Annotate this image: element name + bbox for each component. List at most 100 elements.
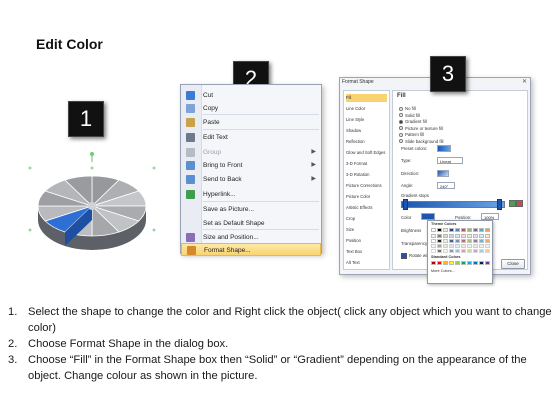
menu-item-hyperlink[interactable]: Hyperlink... <box>181 188 321 201</box>
color-swatch[interactable] <box>467 228 472 232</box>
color-swatch[interactable] <box>461 249 466 253</box>
color-swatch[interactable] <box>455 228 460 232</box>
gradient-stop-handle[interactable] <box>403 199 408 210</box>
color-swatch[interactable] <box>479 244 484 248</box>
preset-colors-dropdown[interactable] <box>437 145 451 152</box>
fill-option-slide-background-fill[interactable]: Slide background fill <box>399 138 443 145</box>
color-dropdown[interactable] <box>421 213 435 220</box>
category-text-box[interactable]: Text Box <box>346 248 387 256</box>
color-swatch[interactable] <box>437 228 442 232</box>
color-swatch[interactable] <box>431 249 436 253</box>
menu-item-cut[interactable]: Cut <box>181 89 321 102</box>
color-swatch[interactable] <box>449 261 454 265</box>
color-swatch[interactable] <box>443 228 448 232</box>
color-swatch[interactable] <box>461 234 466 238</box>
color-swatch[interactable] <box>443 239 448 243</box>
color-swatch[interactable] <box>449 228 454 232</box>
color-swatch[interactable] <box>479 239 484 243</box>
type-dropdown[interactable]: Linear <box>437 157 463 164</box>
color-swatch[interactable] <box>449 244 454 248</box>
color-swatch[interactable] <box>479 228 484 232</box>
color-swatch[interactable] <box>467 261 472 265</box>
category-alt-text[interactable]: Alt Text <box>346 259 387 267</box>
resize-handle[interactable] <box>152 228 156 232</box>
color-swatch[interactable] <box>449 249 454 253</box>
color-swatch[interactable] <box>473 228 478 232</box>
color-swatch[interactable] <box>437 244 442 248</box>
color-swatch[interactable] <box>479 261 484 265</box>
category-fill[interactable]: Fill <box>346 94 387 102</box>
category-reflection[interactable]: Reflection <box>346 138 387 146</box>
color-swatch[interactable] <box>485 244 490 248</box>
color-swatch[interactable] <box>485 234 490 238</box>
category-size[interactable]: Size <box>346 226 387 234</box>
category-glow-and-soft-edges[interactable]: Glow and Soft Edges <box>346 149 387 157</box>
gradient-stop-handle[interactable] <box>497 199 502 210</box>
category-line-color[interactable]: Line Color <box>346 105 387 113</box>
color-swatch[interactable] <box>443 234 448 238</box>
more-colors-link[interactable]: More Colors... <box>431 269 455 273</box>
color-swatch[interactable] <box>473 249 478 253</box>
color-swatch[interactable] <box>467 234 472 238</box>
color-swatch[interactable] <box>473 261 478 265</box>
resize-handle[interactable] <box>28 228 32 232</box>
color-swatch[interactable] <box>473 239 478 243</box>
color-swatch[interactable] <box>443 249 448 253</box>
menu-item-bring-to-front[interactable]: Bring to Front ▶ <box>181 159 321 172</box>
category-position[interactable]: Position <box>346 237 387 245</box>
close-icon[interactable]: ✕ <box>522 78 527 85</box>
color-swatch[interactable] <box>437 249 442 253</box>
color-swatch[interactable] <box>449 234 454 238</box>
radio-icon[interactable] <box>399 119 403 124</box>
color-swatch[interactable] <box>437 261 442 265</box>
category-3-d-rotation[interactable]: 3-D Rotation <box>346 171 387 179</box>
color-swatch[interactable] <box>449 239 454 243</box>
category-crop[interactable]: Crop <box>346 215 387 223</box>
color-swatch[interactable] <box>443 244 448 248</box>
color-swatch[interactable] <box>467 239 472 243</box>
category-3-d-format[interactable]: 3-D Format <box>346 160 387 168</box>
color-swatch[interactable] <box>473 234 478 238</box>
add-stop-icon[interactable] <box>509 200 516 207</box>
menu-item-edit-text[interactable]: Edit Text <box>181 131 321 144</box>
remove-stop-icon[interactable] <box>516 200 523 207</box>
color-swatch[interactable] <box>461 244 466 248</box>
menu-item-format-shape[interactable]: Format Shape... <box>181 243 321 256</box>
direction-dropdown[interactable] <box>437 170 449 177</box>
color-swatch[interactable] <box>431 239 436 243</box>
color-swatch[interactable] <box>431 244 436 248</box>
pie-chart-object[interactable] <box>28 150 156 262</box>
category-line-style[interactable]: Line Style <box>346 116 387 124</box>
color-swatch[interactable] <box>455 244 460 248</box>
color-swatch[interactable] <box>455 234 460 238</box>
menu-item-paste[interactable]: Paste <box>181 116 321 129</box>
color-swatch[interactable] <box>443 261 448 265</box>
radio-icon[interactable] <box>399 126 403 131</box>
color-swatch[interactable] <box>437 234 442 238</box>
menu-item-send-to-back[interactable]: Send to Back ▶ <box>181 173 321 186</box>
color-swatch[interactable] <box>437 239 442 243</box>
color-swatch[interactable] <box>455 261 460 265</box>
close-button[interactable]: Close <box>501 259 525 269</box>
color-swatch[interactable] <box>485 249 490 253</box>
radio-icon[interactable] <box>399 139 403 144</box>
color-swatch[interactable] <box>431 261 436 265</box>
gradient-stops-bar[interactable] <box>401 201 505 208</box>
category-shadow[interactable]: Shadow <box>346 127 387 135</box>
color-swatch[interactable] <box>461 261 466 265</box>
color-swatch[interactable] <box>485 228 490 232</box>
pie-graphic[interactable] <box>28 150 156 262</box>
radio-icon[interactable] <box>399 132 403 137</box>
angle-input[interactable]: 240° <box>437 182 455 189</box>
color-swatch[interactable] <box>431 228 436 232</box>
color-swatch[interactable] <box>467 249 472 253</box>
color-swatch[interactable] <box>461 228 466 232</box>
color-swatch[interactable] <box>455 239 460 243</box>
category-picture-color[interactable]: Picture Color <box>346 193 387 201</box>
radio-icon[interactable] <box>399 113 403 118</box>
category-picture-corrections[interactable]: Picture Corrections <box>346 182 387 190</box>
color-swatch[interactable] <box>461 239 466 243</box>
rotate-handle[interactable] <box>90 152 94 156</box>
color-swatch[interactable] <box>479 234 484 238</box>
menu-item-save-as-picture[interactable]: Save as Picture... <box>181 203 321 216</box>
